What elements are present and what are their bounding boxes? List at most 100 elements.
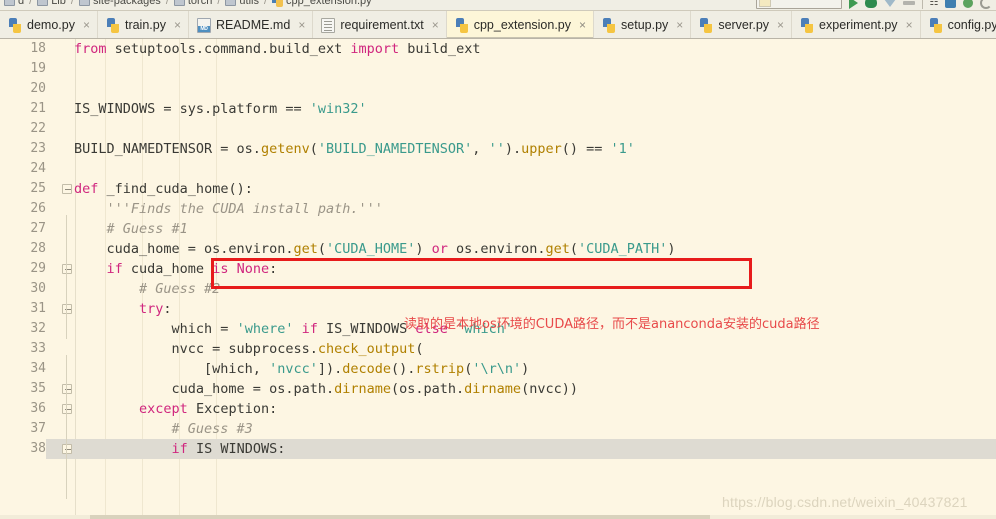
tab-config-py[interactable]: config.py × <box>921 11 996 38</box>
code-line-21[interactable]: 21 IS_WINDOWS = sys.platform == 'win32' <box>0 99 996 119</box>
line-content: except Exception: <box>139 401 278 417</box>
run-icon[interactable] <box>848 0 858 9</box>
horizontal-scrollbar[interactable] <box>0 515 996 519</box>
line-number: 20 <box>30 81 46 96</box>
close-icon[interactable]: × <box>906 19 913 31</box>
code-line-36[interactable]: 36 except Exception: <box>0 399 996 419</box>
breadcrumb-item-torch[interactable]: torch <box>172 0 214 7</box>
code-line-35[interactable]: 35 cuda_home = os.path.dirname(os.path.d… <box>0 379 996 399</box>
line-number: 38 <box>0 439 46 459</box>
python-file-icon <box>699 17 713 33</box>
line-content: try: <box>139 301 172 317</box>
line-content: [which, 'nvcc']).decode().rstrip('\r\n') <box>74 361 530 377</box>
line-content: if cuda_home is None: <box>106 261 278 277</box>
code-line-34[interactable]: 34 [which, 'nvcc']).decode().rstrip('\r\… <box>0 359 996 379</box>
line-number: 33 <box>30 341 46 356</box>
scrollbar-thumb[interactable] <box>90 515 710 519</box>
editor-tab-bar: demo.py × train.py × README.md × require… <box>0 11 996 39</box>
fold-marker-icon[interactable] <box>62 264 72 274</box>
code-line-38[interactable]: 38 if IS WINDOWS: <box>0 439 996 459</box>
fold-marker-icon[interactable] <box>62 184 72 194</box>
tab-server-py[interactable]: server.py × <box>691 11 793 38</box>
search-everywhere-icon[interactable]: ☷ <box>930 0 939 8</box>
line-content: nvcc = subprocess.check_output( <box>74 341 424 357</box>
breadcrumb-item-lib[interactable]: Lib <box>35 0 68 7</box>
close-icon[interactable]: × <box>432 19 439 31</box>
python-file-icon <box>929 17 943 33</box>
code-line-30[interactable]: 30 # Guess #2 <box>0 279 996 299</box>
line-number: 29 <box>30 261 46 276</box>
python-file-icon <box>8 17 22 33</box>
tab-requirement-txt[interactable]: requirement.txt × <box>313 11 447 38</box>
tab-train-py[interactable]: train.py × <box>98 11 189 38</box>
close-icon[interactable]: × <box>298 19 305 31</box>
tab-setup-py[interactable]: setup.py × <box>594 11 692 38</box>
debug-icon[interactable] <box>864 0 877 8</box>
breadcrumb-label: cpp_extension.py <box>286 0 372 7</box>
code-line-20[interactable]: 20 <box>0 79 996 99</box>
breadcrumb-item-utils[interactable]: utils <box>223 0 261 7</box>
tab-label: demo.py <box>27 18 75 32</box>
close-icon[interactable]: × <box>174 19 181 31</box>
stop-icon[interactable] <box>902 0 915 5</box>
code-line-25[interactable]: 25 def _find_cuda_home(): <box>0 179 996 199</box>
line-number: 37 <box>30 421 46 436</box>
code-editor[interactable]: 18 from setuptools.command.build_ext imp… <box>0 39 996 519</box>
breadcrumb-bar: d / Lib / site-packages / torch / utils <box>0 0 996 11</box>
breadcrumb-item-site-packages[interactable]: site-packages <box>77 0 163 7</box>
tab-demo-py[interactable]: demo.py × <box>0 11 98 38</box>
code-line-29[interactable]: 29 if cuda_home is None: <box>0 259 996 279</box>
line-number: 34 <box>30 361 46 376</box>
line-content: IS_WINDOWS = sys.platform == 'win32' <box>74 101 367 117</box>
sync-icon[interactable] <box>980 0 992 9</box>
run-configuration-selector[interactable] <box>755 0 842 9</box>
update-icon[interactable] <box>963 0 973 8</box>
folder-icon <box>173 0 185 6</box>
line-content: cuda_home = os.path.dirname(os.path.dirn… <box>74 381 578 397</box>
code-line-23[interactable]: 23 BUILD_NAMEDTENSOR = os.getenv('BUILD_… <box>0 139 996 159</box>
line-content: # Guess #1 <box>74 221 188 237</box>
code-line-26[interactable]: 26 '''Finds the CUDA install path.''' <box>0 199 996 219</box>
close-icon[interactable]: × <box>579 19 586 31</box>
line-number: 22 <box>30 121 46 136</box>
step-over-icon[interactable] <box>883 0 896 7</box>
code-lines[interactable]: 18 from setuptools.command.build_ext imp… <box>0 39 996 519</box>
code-line-18[interactable]: 18 from setuptools.command.build_ext imp… <box>0 39 996 59</box>
toolbar-divider <box>921 0 923 9</box>
line-content: # Guess #3 <box>74 421 253 437</box>
tab-label: config.py <box>947 18 996 32</box>
pycharm-editor-window: d / Lib / site-packages / torch / utils <box>0 0 996 519</box>
fold-marker-icon[interactable] <box>62 404 72 414</box>
code-line-33[interactable]: 33 nvcc = subprocess.check_output( <box>0 339 996 359</box>
tab-label: server.py <box>718 18 770 32</box>
text-file-icon <box>321 17 336 33</box>
line-content: cuda_home = os.environ.get('CUDA_HOME') … <box>74 241 676 257</box>
code-line-27[interactable]: 27 # Guess #1 <box>0 219 996 239</box>
breadcrumb-item-d[interactable]: d <box>2 0 26 7</box>
code-line-19[interactable]: 19 <box>0 59 996 79</box>
line-number: 36 <box>30 401 46 416</box>
settings-icon[interactable] <box>945 0 956 8</box>
line-number: 18 <box>30 41 46 56</box>
close-icon[interactable]: × <box>676 19 683 31</box>
fold-marker-icon[interactable] <box>62 304 72 314</box>
line-content: # Guess #2 <box>74 281 221 297</box>
fold-marker-icon[interactable] <box>62 444 72 454</box>
code-line-37[interactable]: 37 # Guess #3 <box>0 419 996 439</box>
breadcrumb: d / Lib / site-packages / torch / utils <box>0 0 374 7</box>
code-line-24[interactable]: 24 <box>0 159 996 179</box>
close-icon[interactable]: × <box>83 19 90 31</box>
fold-marker-icon[interactable] <box>62 384 72 394</box>
python-file-icon <box>800 17 814 33</box>
tab-experiment-py[interactable]: experiment.py × <box>792 11 921 38</box>
breadcrumb-separator: / <box>70 0 74 7</box>
breadcrumb-item-cpp-extension[interactable]: cpp_extension.py <box>270 0 374 7</box>
folder-icon <box>37 0 49 6</box>
code-line-28[interactable]: 28 cuda_home = os.environ.get('CUDA_HOME… <box>0 239 996 259</box>
tab-readme-md[interactable]: README.md × <box>189 11 314 38</box>
tab-cpp-extension-py[interactable]: cpp_extension.py × <box>446 11 595 38</box>
code-line-22[interactable]: 22 <box>0 119 996 139</box>
line-number: 27 <box>30 221 46 236</box>
close-icon[interactable]: × <box>777 19 784 31</box>
line-number: 30 <box>30 281 46 296</box>
